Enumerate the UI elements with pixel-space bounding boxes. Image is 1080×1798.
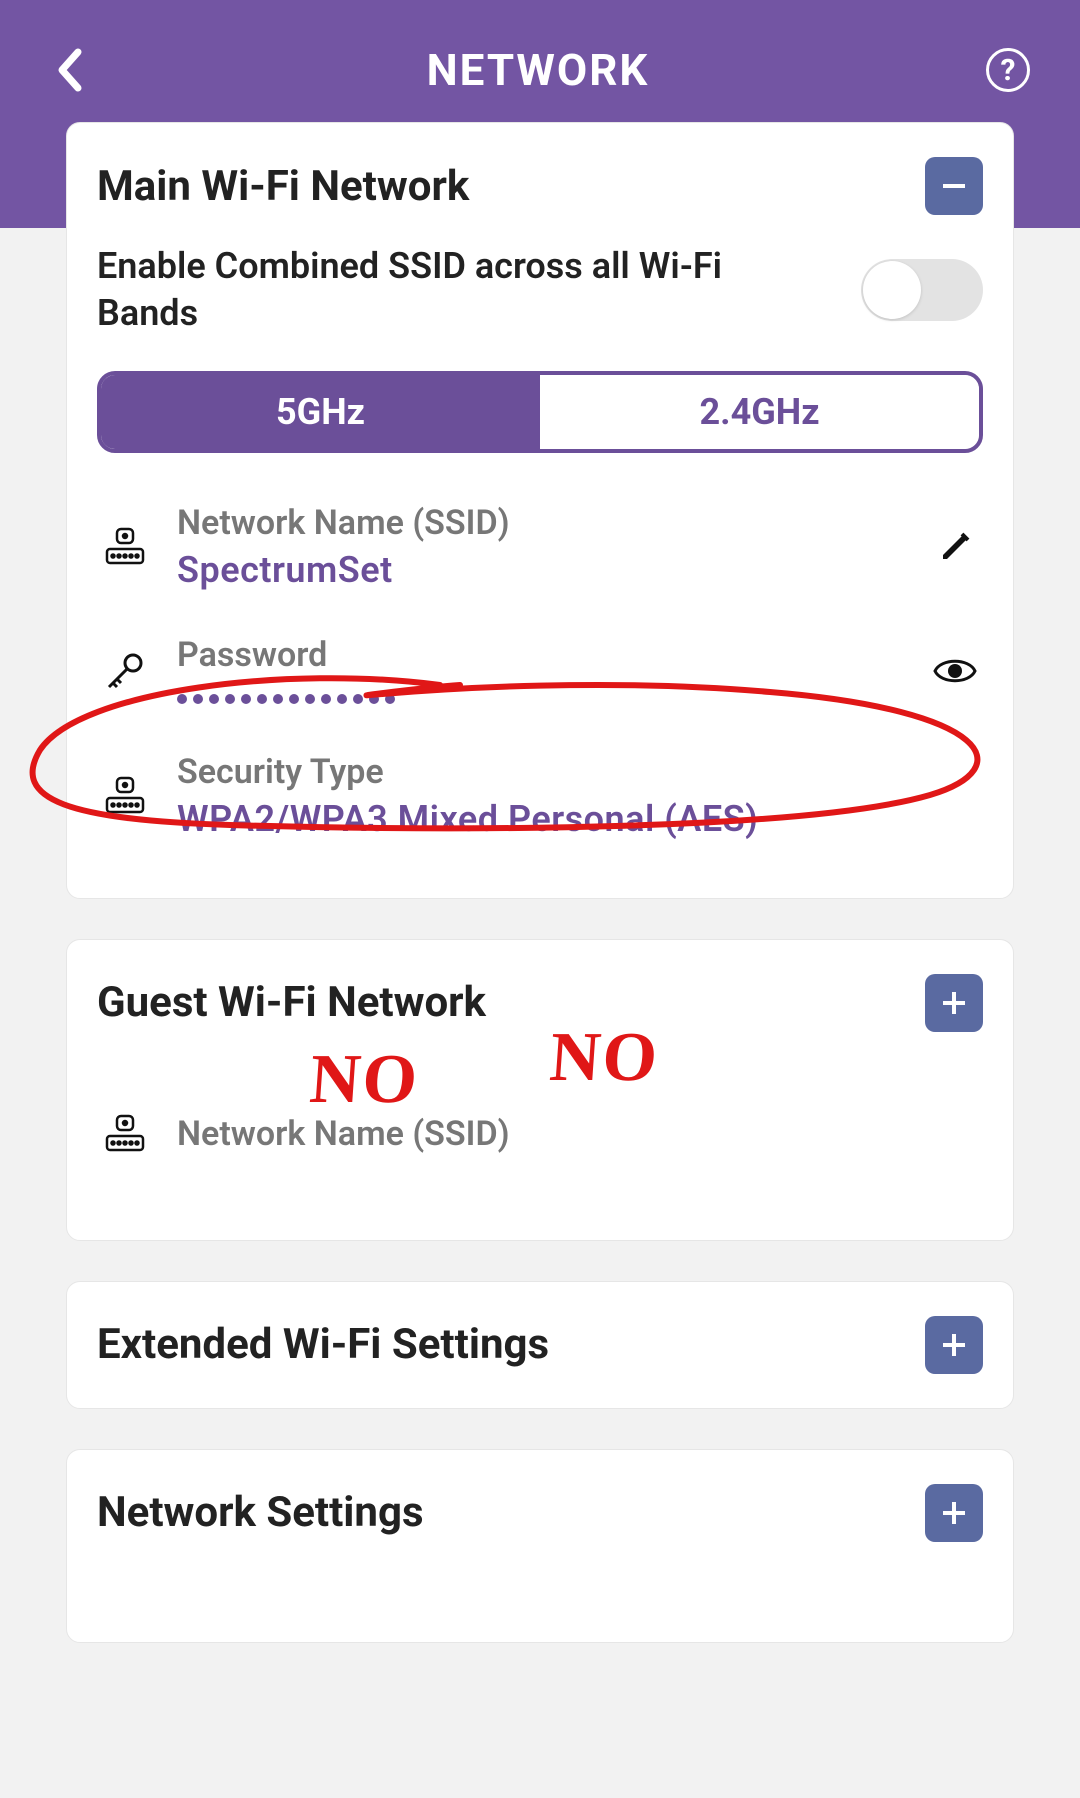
ssid-value: SpectrumSet xyxy=(177,549,903,591)
page-title: NETWORK xyxy=(427,44,650,96)
expand-network-settings-button[interactable] xyxy=(925,1484,983,1542)
router-lock-icon xyxy=(97,1112,153,1156)
extended-wifi-title: Extended Wi-Fi Settings xyxy=(97,1320,549,1369)
plus-icon xyxy=(939,1498,969,1528)
security-label: Security Type xyxy=(177,752,983,792)
chevron-left-icon xyxy=(56,48,84,92)
question-icon: ? xyxy=(1001,53,1016,88)
router-lock-icon xyxy=(97,525,153,569)
password-row: Password xyxy=(97,615,983,732)
band-tabs: 5GHz 2.4GHz xyxy=(97,371,983,453)
key-icon xyxy=(97,649,153,693)
tab-2-4ghz[interactable]: 2.4GHz xyxy=(540,375,979,449)
eye-icon xyxy=(933,656,977,686)
combined-ssid-toggle[interactable] xyxy=(861,259,983,321)
security-value: WPA2/WPA3 Mixed Personal (AES) xyxy=(177,798,983,840)
router-lock-icon xyxy=(97,774,153,818)
network-settings-card: Network Settings xyxy=(66,1449,1014,1643)
tab-5ghz[interactable]: 5GHz xyxy=(101,375,540,449)
expand-extended-wifi-button[interactable] xyxy=(925,1316,983,1374)
extended-wifi-card: Extended Wi-Fi Settings xyxy=(66,1281,1014,1409)
password-label: Password xyxy=(177,635,903,675)
collapse-main-wifi-button[interactable] xyxy=(925,157,983,215)
combined-ssid-label: Enable Combined SSID across all Wi-Fi Ba… xyxy=(97,243,831,337)
security-row[interactable]: Security Type WPA2/WPA3 Mixed Personal (… xyxy=(97,732,983,864)
guest-ssid-label: Network Name (SSID) xyxy=(177,1114,983,1154)
expand-guest-wifi-button[interactable] xyxy=(925,974,983,1032)
help-button[interactable]: ? xyxy=(986,48,1030,92)
pencil-icon xyxy=(937,529,973,565)
edit-ssid-button[interactable] xyxy=(927,529,983,565)
toggle-knob xyxy=(863,261,921,319)
network-settings-title: Network Settings xyxy=(97,1488,424,1537)
guest-wifi-card: Guest Wi-Fi Network Network Name xyxy=(66,939,1014,1241)
ssid-label: Network Name (SSID) xyxy=(177,503,903,543)
guest-wifi-title: Guest Wi-Fi Network xyxy=(97,978,486,1027)
minus-icon xyxy=(939,171,969,201)
guest-ssid-row: Network Name (SSID) xyxy=(97,1092,983,1206)
password-value-masked xyxy=(177,689,903,708)
ssid-row: Network Name (SSID) SpectrumSet xyxy=(97,483,983,615)
plus-icon xyxy=(939,988,969,1018)
main-wifi-card: Main Wi-Fi Network Enable Combined SSID … xyxy=(66,122,1014,899)
main-wifi-title: Main Wi-Fi Network xyxy=(97,162,469,211)
plus-icon xyxy=(939,1330,969,1360)
reveal-password-button[interactable] xyxy=(927,656,983,686)
back-button[interactable] xyxy=(50,50,90,90)
